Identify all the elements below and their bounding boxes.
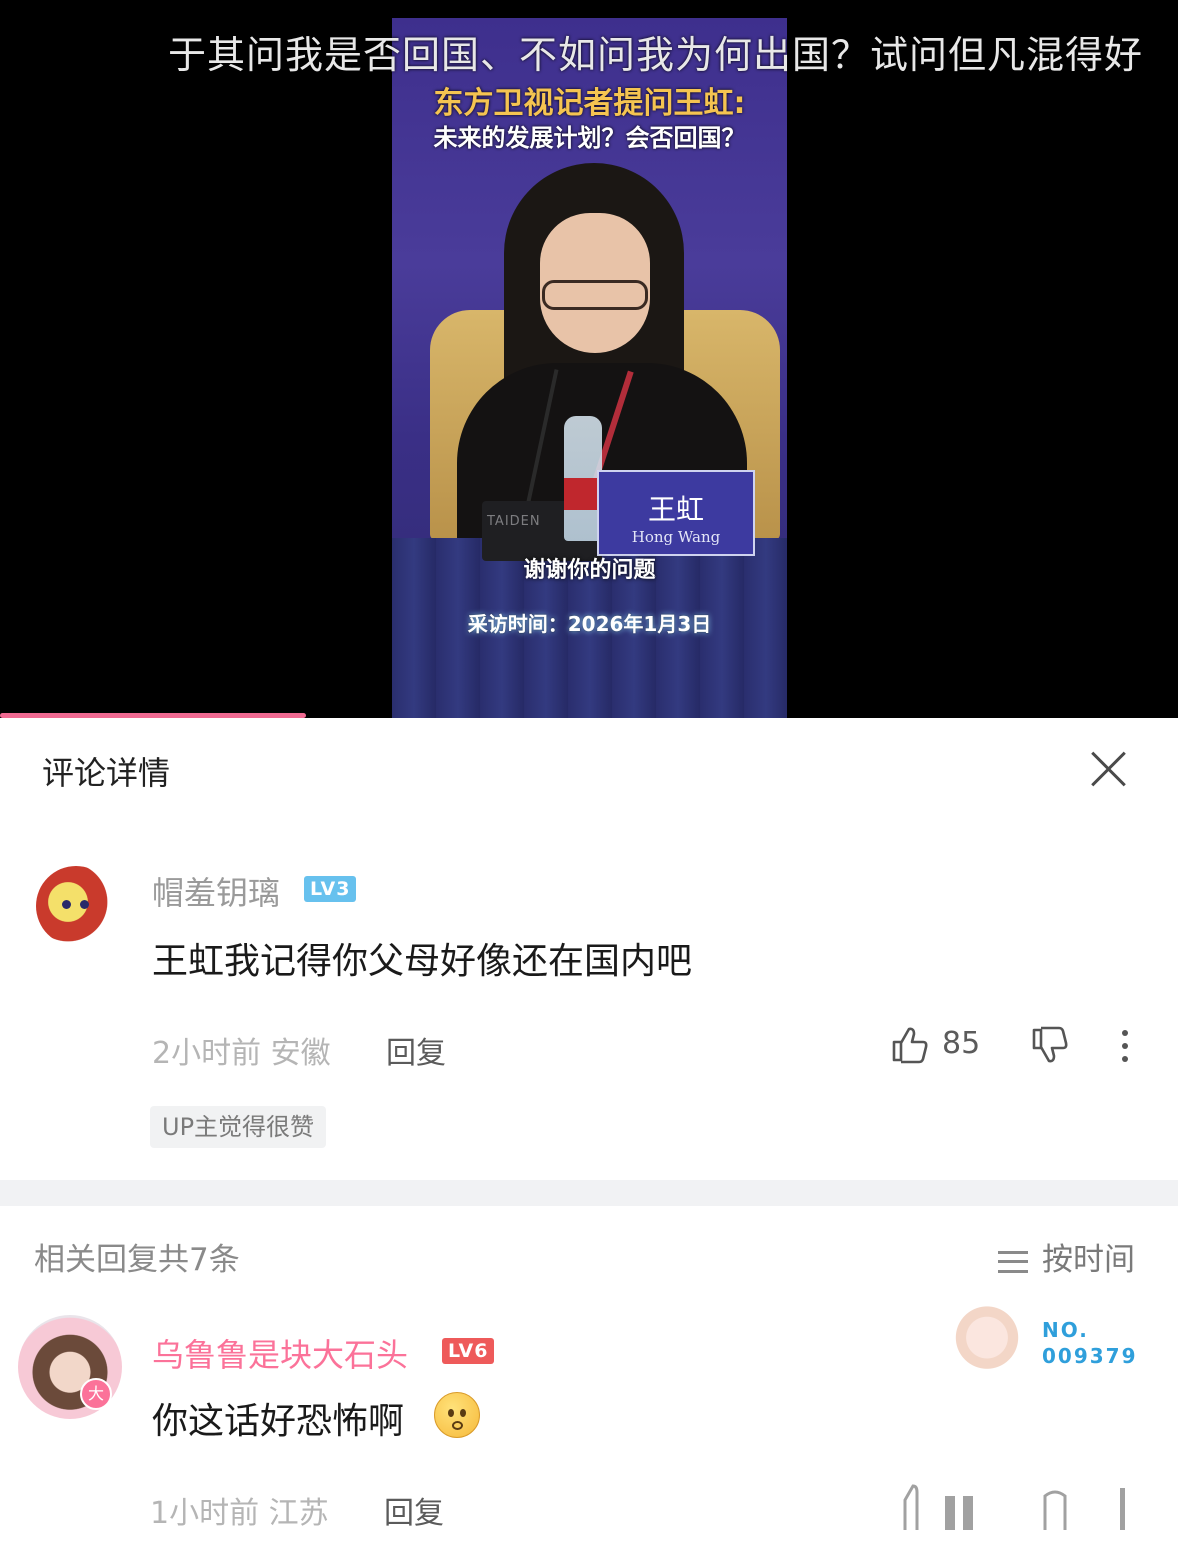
mic-brand: TAIDEN (487, 514, 541, 529)
interview-date: 采访时间：2026年1月3日 (467, 612, 712, 636)
avatar-badge: 大 (80, 1378, 112, 1410)
panel-title: 评论详情 (42, 754, 171, 792)
close-icon[interactable] (1086, 746, 1132, 792)
nameplate-cn: 王虹 (647, 493, 704, 526)
reply-meta: 1小时前 江苏 (150, 1496, 329, 1531)
sort-icon (998, 1250, 1028, 1273)
reply-text: 你这话好恐怖啊 (152, 1401, 405, 1442)
reply-button[interactable]: 回复 (384, 1488, 444, 1532)
section-divider (0, 1180, 1178, 1206)
level-badge: LV6 (442, 1338, 495, 1364)
sort-label: 按时间 (1042, 1242, 1135, 1278)
sort-button[interactable]: 按时间 (998, 1234, 1135, 1279)
video-subheadline: 未来的发展计划？会否回国？ (433, 124, 746, 152)
comment-text: 王虹我记得你父母好像还在国内吧 (152, 941, 693, 982)
nameplate-en: Hong Wang (631, 528, 721, 546)
fan-badge-label: NO. (1042, 1318, 1089, 1342)
level-badge: LV3 (304, 876, 357, 902)
reply-actions-icons[interactable] (895, 1482, 1165, 1532)
video-headline: 东方卫视记者提问王虹: (433, 86, 746, 121)
more-vertical-icon[interactable] (1112, 1026, 1138, 1066)
video-frame: TAIDEN 王虹 Hong Wang 东方卫视记者提问王虹: 未来的发展计划？… (392, 18, 787, 718)
reply-username[interactable]: 乌鲁鲁是块大石头 (152, 1330, 408, 1376)
comment-meta: 2小时前 安徽 (152, 1036, 331, 1071)
fan-badge-character (954, 1298, 1020, 1370)
reply-button[interactable]: 回复 (386, 1028, 446, 1072)
like-count: 85 (942, 1026, 981, 1061)
replies-count: 相关回复共7条 (34, 1242, 240, 1278)
avatar[interactable] (36, 866, 116, 946)
thumbs-down-icon[interactable] (1030, 1026, 1070, 1066)
panel-header: 评论详情 (0, 718, 1178, 818)
fan-badge-number: 009379 (1042, 1344, 1138, 1368)
video-subtitle: 谢谢你的问题 (523, 558, 656, 583)
up-liked-tag: UP主觉得很赞 (150, 1106, 327, 1148)
danmaku-comment: 于其问我是否回国、不如问我为何出国？试问但凡混得好 (168, 33, 1144, 77)
glasses (542, 280, 648, 310)
fan-badge: NO. 009379 (940, 1298, 1140, 1378)
scared-emoji-icon (434, 1392, 480, 1438)
nameplate: 王虹 Hong Wang (597, 470, 755, 556)
comment-username[interactable]: 帽羞钥璃 (152, 868, 280, 914)
thumbs-up-icon[interactable] (890, 1024, 930, 1064)
video-player[interactable]: TAIDEN 王虹 Hong Wang 东方卫视记者提问王虹: 未来的发展计划？… (0, 0, 1178, 718)
